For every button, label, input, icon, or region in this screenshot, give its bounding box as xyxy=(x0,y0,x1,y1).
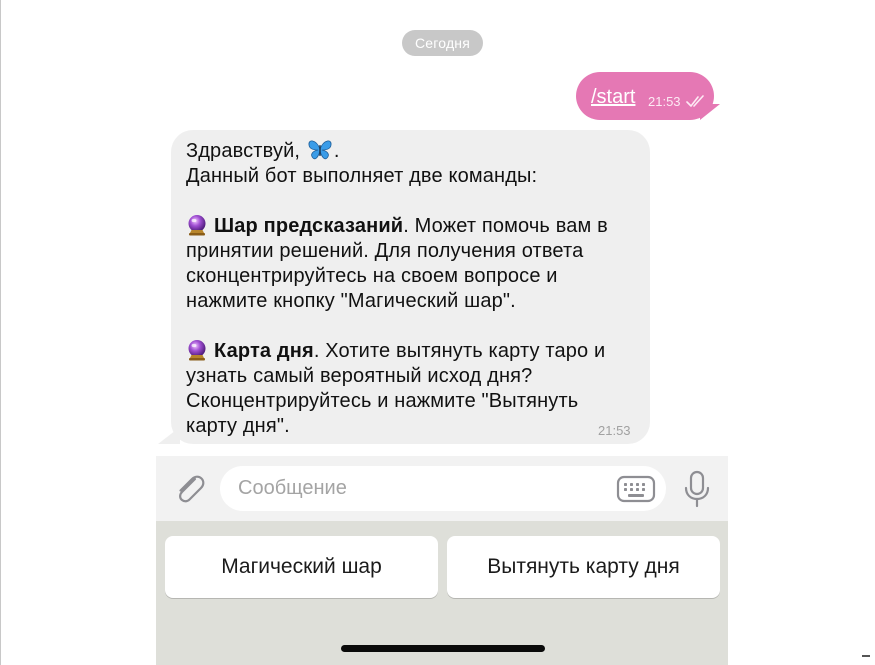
greeting-line: Здравствуй, . xyxy=(186,139,646,164)
keyboard-icon[interactable] xyxy=(616,475,656,503)
start-command-link[interactable]: /start xyxy=(591,85,635,109)
ball-title: Шар предсказаний xyxy=(214,215,404,237)
ball-line-4: нажмите кнопку "Магический шар". xyxy=(186,290,516,312)
intro-line: Данный бот выполняет две команды: xyxy=(186,165,538,187)
message-list[interactable]: Сегодня /start 21:53 Здравствуй, . Данны… xyxy=(156,0,728,456)
crystal-ball-emoji xyxy=(188,215,206,236)
crystal-ball-emoji xyxy=(188,340,206,361)
outgoing-message-time: 21:53 xyxy=(648,94,681,109)
double-check-icon xyxy=(686,95,704,107)
paperclip-icon[interactable] xyxy=(172,471,208,507)
card-line-1-rest: . Хотите вытянуть карту таро и xyxy=(313,340,606,362)
bot-reply-keyboard: Магический шар Вытянуть карту дня xyxy=(156,521,728,665)
microphone-icon[interactable] xyxy=(681,470,713,508)
draw-card-button[interactable]: Вытянуть карту дня xyxy=(447,536,720,598)
message-input[interactable]: Сообщение xyxy=(220,466,666,511)
home-indicator[interactable] xyxy=(341,645,545,652)
ball-line-3: сконцентрируйтесь на своем вопросе и xyxy=(186,265,558,287)
ball-line-1-rest: . Может помочь вам в xyxy=(403,215,608,237)
incoming-message-time: 21:53 xyxy=(598,423,631,438)
incoming-message-text: Здравствуй, . Данный бот выполняет две к… xyxy=(186,139,646,439)
incoming-bubble-tail xyxy=(158,427,180,444)
left-divider xyxy=(0,0,1,665)
magic-ball-button[interactable]: Магический шар xyxy=(165,536,438,598)
screen: Сегодня /start 21:53 Здравствуй, . Данны… xyxy=(0,0,875,665)
message-composer: Сообщение xyxy=(156,456,728,521)
card-line-4: карту дня". xyxy=(186,415,290,437)
telegram-chat-screen: Сегодня /start 21:53 Здравствуй, . Данны… xyxy=(156,0,728,665)
greeting-text: Здравствуй, xyxy=(186,140,301,162)
ball-line-1: Шар предсказаний. Может помочь вам в xyxy=(186,214,646,239)
message-input-placeholder: Сообщение xyxy=(238,477,347,499)
greeting-end: . xyxy=(333,140,340,162)
corner-mark xyxy=(862,655,870,657)
card-line-2: узнать самый вероятный исход дня? xyxy=(186,365,533,387)
card-title: Карта дня xyxy=(214,340,314,362)
butterfly-emoji xyxy=(308,140,332,160)
card-line-3: Сконцентрируйтесь и нажмите "Вытянуть xyxy=(186,390,579,412)
ball-line-2: принятии решений. Для получения ответа xyxy=(186,240,584,262)
card-line-1: Карта дня. Хотите вытянуть карту таро и xyxy=(186,339,646,364)
date-separator: Сегодня xyxy=(402,30,483,56)
